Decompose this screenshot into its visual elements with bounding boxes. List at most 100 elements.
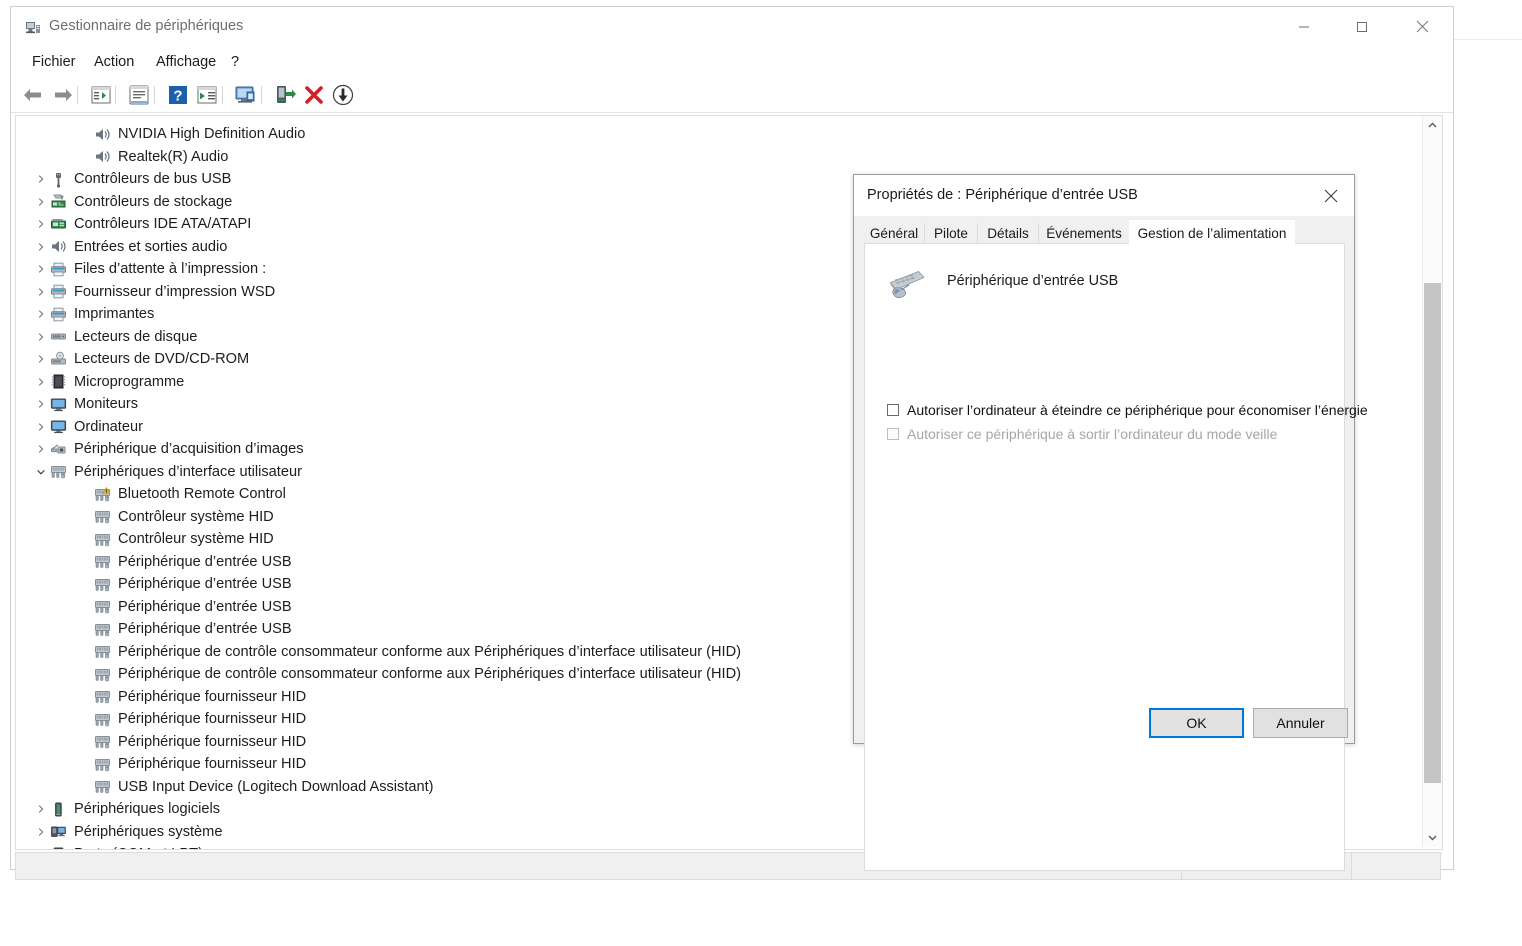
hid-icon — [94, 666, 111, 683]
maximize-button[interactable] — [1339, 7, 1385, 46]
hid-icon — [94, 576, 111, 593]
dialog-tab-4[interactable]: Gestion de l’alimentation — [1129, 221, 1295, 246]
scroll-up-arrow-icon[interactable] — [1423, 116, 1442, 135]
tree-item-label: Entrées et sorties audio — [74, 238, 228, 255]
menu-item-action[interactable]: Action — [89, 53, 139, 71]
dvd-drive-icon — [50, 351, 67, 368]
status-bar-separator — [1351, 853, 1352, 879]
tree-item-label: Moniteurs — [74, 396, 139, 413]
scroll-down-arrow-icon[interactable] — [1423, 828, 1442, 847]
vertical-scrollbar[interactable] — [1422, 116, 1442, 847]
hid-icon — [94, 598, 111, 615]
tree-item-label: Ordinateur — [74, 418, 143, 435]
tree-item-label: Périphériques système — [74, 823, 223, 840]
tree-item-label: Périphérique d’acquisition d’images — [74, 441, 304, 458]
toolbar-separator — [77, 86, 78, 104]
show-hide-console-tree-icon[interactable] — [89, 83, 113, 107]
chevron-right-icon[interactable] — [34, 240, 48, 254]
speaker-icon — [94, 126, 111, 143]
close-button[interactable] — [1399, 7, 1445, 46]
chevron-right-icon[interactable] — [34, 352, 48, 366]
tree-item-label: Lecteurs de disque — [74, 328, 198, 345]
dialog-tab-0[interactable]: Général — [864, 223, 924, 244]
tree-item-label: Contrôleur système HID — [118, 531, 274, 548]
dialog-tab-1[interactable]: Pilote — [924, 223, 977, 244]
system-device-icon — [50, 823, 67, 840]
chevron-right-icon[interactable] — [34, 375, 48, 389]
chevron-right-icon[interactable] — [34, 307, 48, 321]
menu-item-view[interactable]: Affichage — [151, 53, 221, 71]
chevron-right-icon[interactable] — [34, 442, 48, 456]
storage-controller-icon — [50, 193, 67, 210]
chevron-right-icon[interactable] — [34, 397, 48, 411]
chevron-right-icon[interactable] — [34, 285, 48, 299]
scrollbar-thumb[interactable] — [1424, 283, 1441, 783]
toolbar-separator — [154, 86, 155, 104]
chevron-right-icon[interactable] — [34, 802, 48, 816]
monitor-icon — [50, 396, 67, 413]
computer-icon — [50, 418, 67, 435]
dialog-device-name: Périphérique d’entrée USB — [947, 273, 1119, 289]
tree-item-label: Contrôleurs de stockage — [74, 193, 233, 210]
chevron-right-icon[interactable] — [34, 330, 48, 344]
dialog-title: Propriétés de : Périphérique d’entrée US… — [867, 187, 1138, 203]
scan-hardware-changes-icon[interactable] — [234, 83, 258, 107]
ok-button[interactable]: OK — [1149, 708, 1244, 738]
update-driver-icon[interactable] — [195, 83, 219, 107]
properties-icon[interactable] — [127, 83, 151, 107]
firmware-icon — [50, 373, 67, 390]
tree-item-label: USB Input Device (Logitech Download Assi… — [118, 778, 434, 795]
tree-item-label: Périphérique d’entrée USB — [118, 553, 292, 570]
menu-item-help[interactable]: ? — [226, 53, 244, 71]
uninstall-device-icon[interactable] — [302, 83, 326, 107]
device-manager-icon — [25, 19, 41, 35]
enable-device-icon[interactable] — [273, 83, 297, 107]
tree-item-label: NVIDIA High Definition Audio — [118, 126, 306, 143]
dialog-tab-label: Détails — [987, 226, 1029, 241]
hid-icon — [94, 733, 111, 750]
tree-item-label: Bluetooth Remote Control — [118, 486, 286, 503]
hid-icon — [94, 643, 111, 660]
tree-item-label: Files d’attente à l’impression : — [74, 261, 267, 278]
tree-item-label: Périphériques d’interface utilisateur — [74, 463, 302, 480]
dialog-tab-2[interactable]: Détails — [977, 223, 1038, 244]
chevron-right-icon[interactable] — [34, 262, 48, 276]
dialog-tab-3[interactable]: Événements — [1038, 223, 1129, 244]
tree-item-label: Périphériques logiciels — [74, 801, 221, 818]
hid-icon — [94, 553, 111, 570]
tree-item-label: Realtek(R) Audio — [118, 148, 229, 165]
menu-bar: Fichier Action Affichage? — [11, 46, 1453, 79]
tree-item-label: Contrôleurs IDE ATA/ATAPI — [74, 216, 252, 233]
hid-icon — [94, 621, 111, 638]
tree-item-label: Fournisseur d’impression WSD — [74, 283, 276, 300]
device-properties-dialog: Propriétés de : Périphérique d’entrée US… — [853, 174, 1368, 871]
speaker-icon — [94, 148, 111, 165]
tree-item[interactable]: NVIDIA High Definition Audio — [16, 123, 1421, 146]
chevron-right-icon[interactable] — [34, 847, 48, 849]
download-icon[interactable] — [331, 83, 355, 107]
tree-item[interactable]: Realtek(R) Audio — [16, 146, 1421, 169]
chevron-right-icon[interactable] — [34, 420, 48, 434]
chevron-right-icon[interactable] — [34, 172, 48, 186]
tree-item-label: Périphérique de contrôle consommateur co… — [118, 666, 741, 683]
checkbox-box[interactable] — [887, 404, 899, 416]
dialog-tab-label: Général — [869, 226, 919, 241]
checkbox-allow-device-wake-computer: Autoriser ce périphérique à sortir l’ord… — [887, 425, 1277, 443]
tree-item-label: Périphérique de contrôle consommateur co… — [118, 643, 741, 660]
forward-icon[interactable] — [51, 83, 75, 107]
back-icon[interactable] — [21, 83, 45, 107]
help-icon[interactable]: ? — [166, 83, 190, 107]
chevron-down-icon[interactable] — [34, 465, 48, 479]
chevron-right-icon[interactable] — [34, 217, 48, 231]
chevron-right-icon[interactable] — [34, 195, 48, 209]
cancel-button[interactable]: Annuler — [1253, 708, 1348, 738]
dialog-close-button[interactable] — [1312, 179, 1350, 212]
tree-item-label: Lecteurs de DVD/CD-ROM — [74, 351, 250, 368]
checkbox-allow-computer-turn-off-device[interactable]: Autoriser l’ordinateur à éteindre ce pér… — [887, 401, 1368, 419]
menu-item-file[interactable]: Fichier — [27, 53, 81, 71]
dialog-tab-strip: Général Pilote Détails Événements Gestion de… — [864, 221, 1345, 246]
chevron-right-icon[interactable] — [34, 825, 48, 839]
hid-device-large-icon — [887, 268, 929, 300]
minimize-button[interactable] — [1281, 7, 1327, 46]
power-management-tab-panel: Périphérique d’entrée USB Autoriser l’or… — [864, 243, 1368, 871]
